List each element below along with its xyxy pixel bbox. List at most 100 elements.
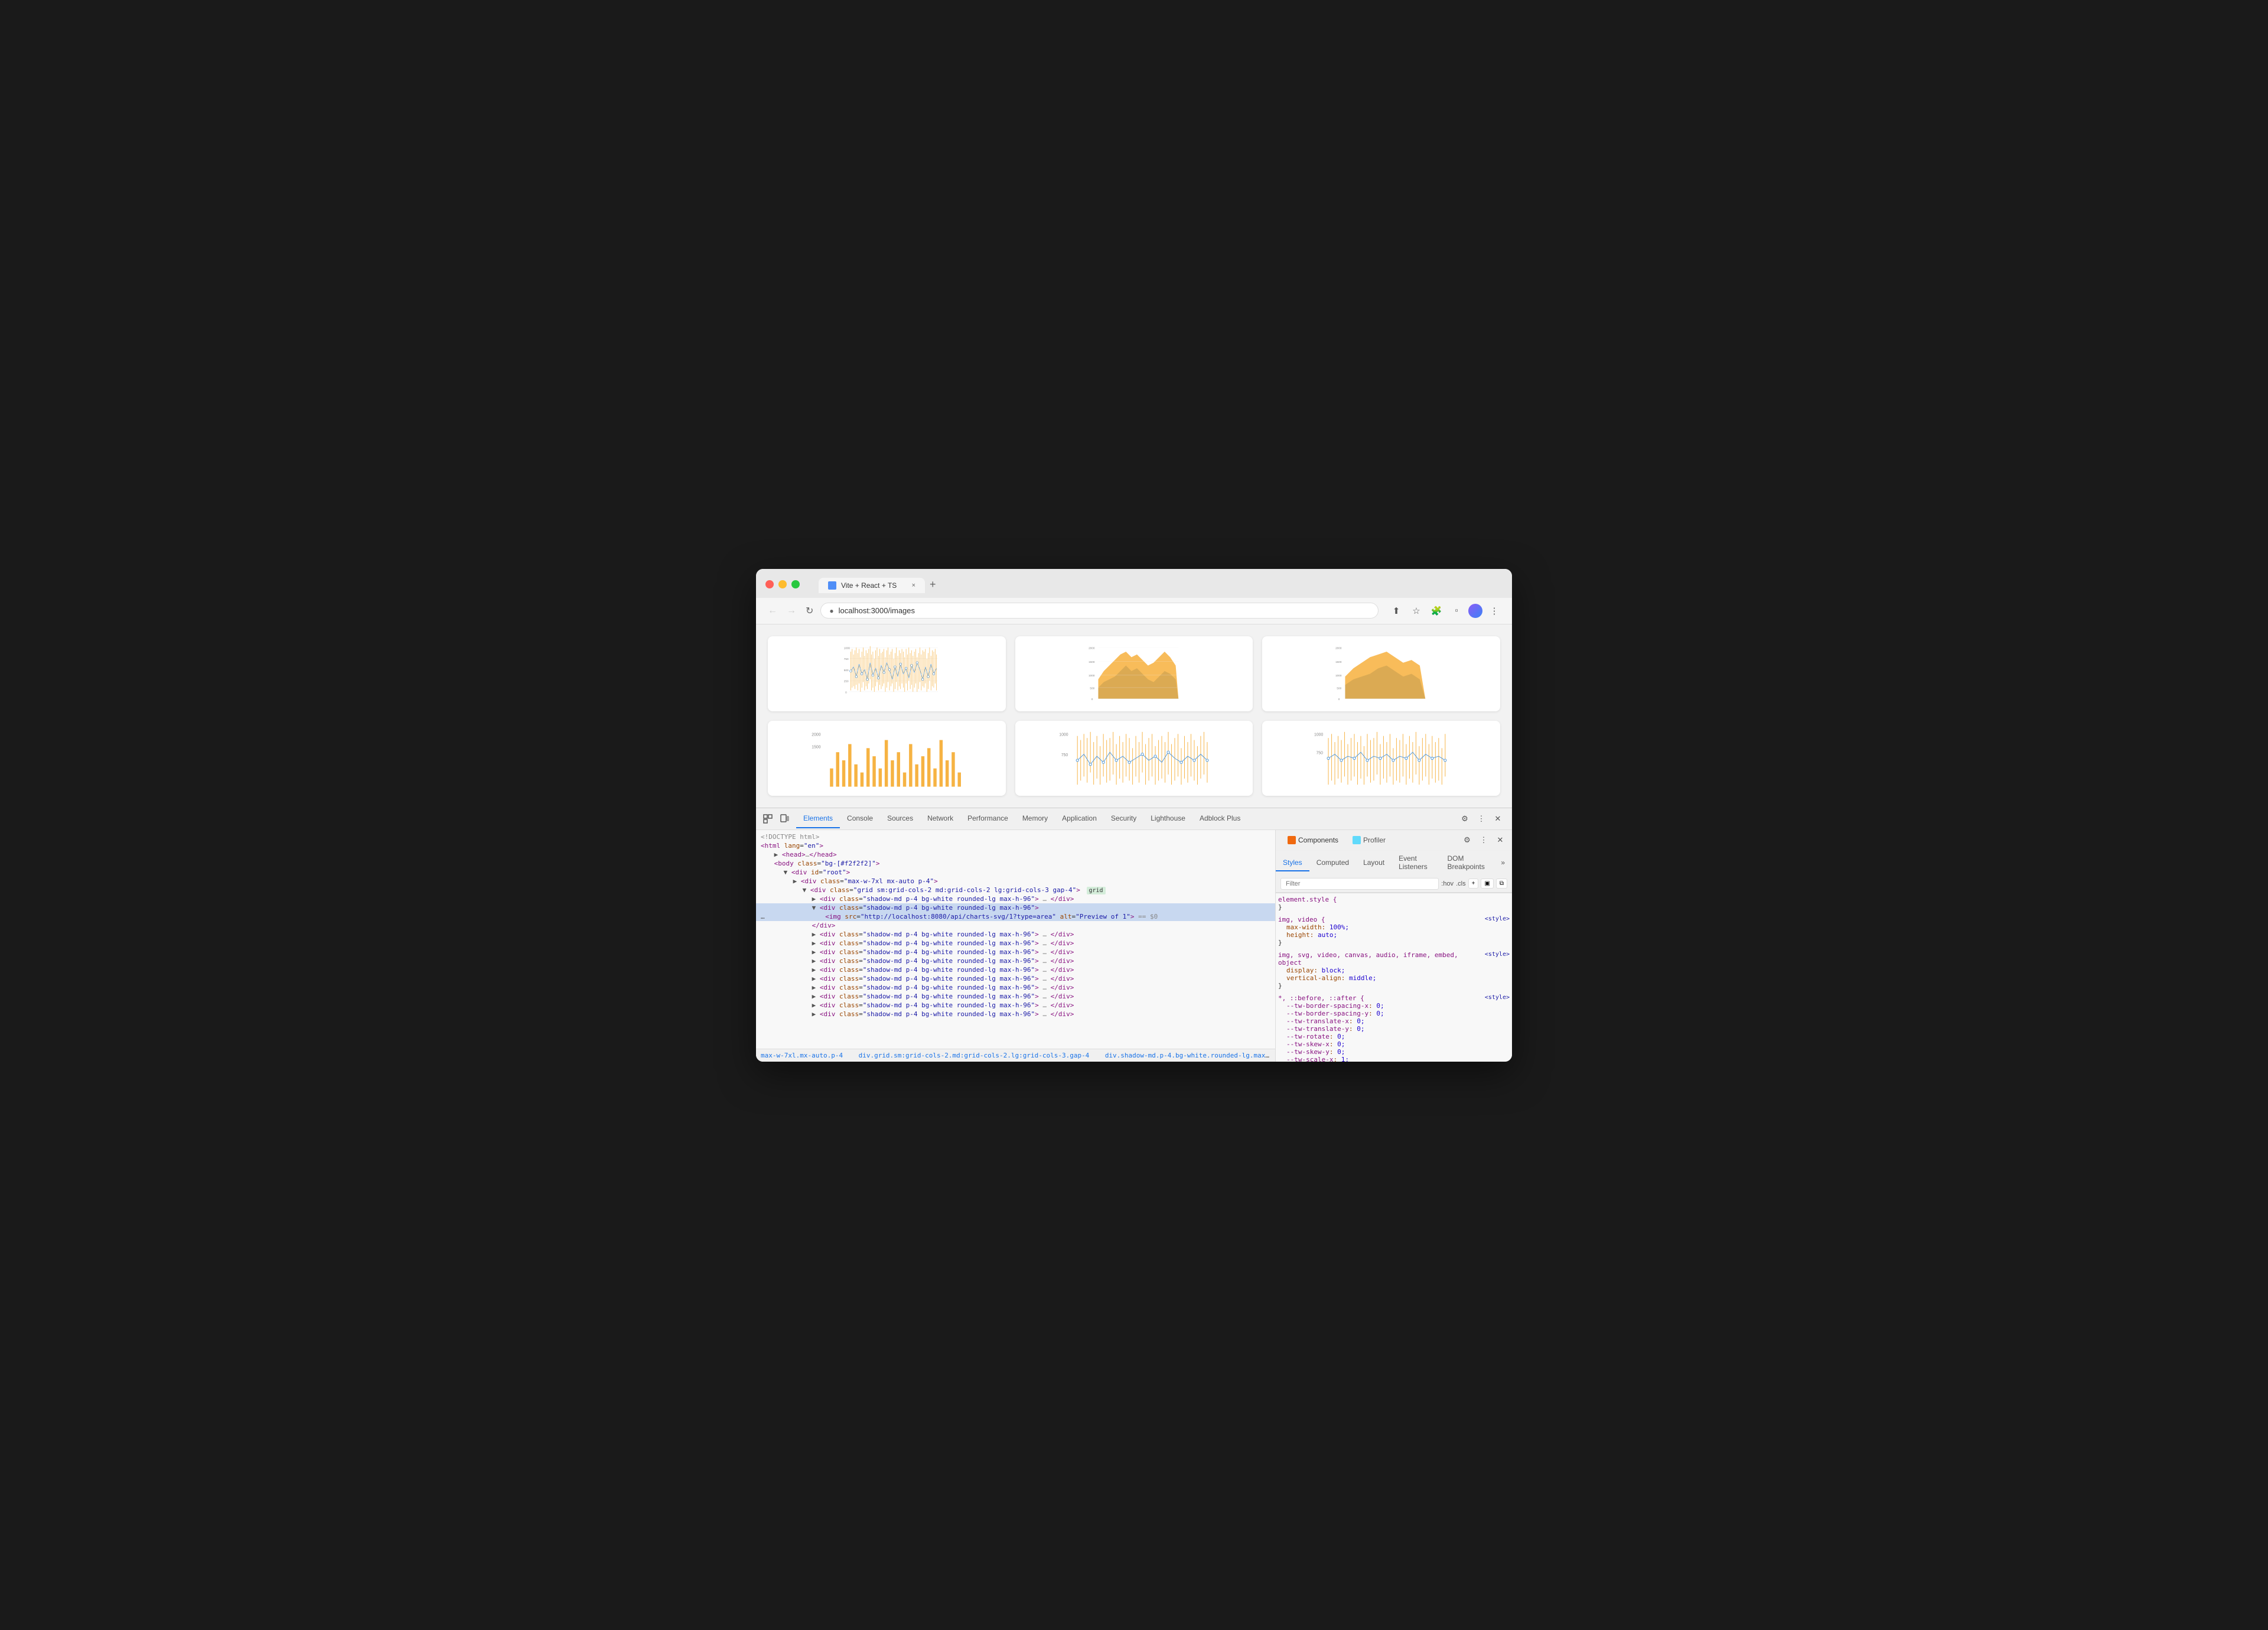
dom-div-7[interactable]: ▶ <div class="shadow-md p-4 bg-white rou… (756, 965, 1275, 974)
panel-close-icon[interactable]: ✕ (1493, 833, 1507, 847)
menu-icon[interactable]: ⋮ (1486, 603, 1503, 619)
refresh-button[interactable]: ↻ (803, 603, 816, 619)
tab-layout[interactable]: Layout (1356, 855, 1392, 871)
chart-svg-6: 1000 750 (1269, 728, 1493, 789)
panel-icons-right: ⚙ ⋮ ✕ (1460, 833, 1507, 847)
svg-text:1000: 1000 (1314, 733, 1323, 737)
panel-more-icon[interactable]: ⋮ (1477, 833, 1491, 847)
browser-tab[interactable]: Vite + React + TS × (819, 578, 925, 593)
right-panel-header: Components Profiler ⚙ ⋮ ✕ (1276, 830, 1512, 893)
toolbar-icons: ⬆ ☆ 🧩 ▫ ⋮ (1388, 603, 1503, 619)
filter-cls-label: .cls (1456, 880, 1466, 887)
tab-console[interactable]: Console (840, 809, 880, 828)
tab-components[interactable]: Components (1280, 832, 1345, 848)
tab-event-listeners[interactable]: Event Listeners (1392, 851, 1440, 876)
share-icon[interactable]: ⬆ (1388, 603, 1405, 619)
window-controls (765, 580, 800, 588)
dom-body[interactable]: <body class="bg-[#f2f2f2]"> (756, 859, 1275, 868)
more-icon[interactable]: ⋮ (1474, 812, 1488, 826)
dom-div-1[interactable]: ▶ <div class="shadow-md p-4 bg-white rou… (756, 894, 1275, 903)
profile-avatar[interactable] (1468, 604, 1482, 618)
maximize-button[interactable] (791, 580, 800, 588)
style-prop-valign: vertical-align: middle; (1278, 974, 1510, 982)
chart-svg-5: 1000 750 (1022, 728, 1246, 789)
dom-content[interactable]: <!DOCTYPE html> <html lang="en"> ▶ <head… (756, 830, 1275, 1049)
extensions-icon[interactable]: 🧩 (1428, 603, 1445, 619)
dom-grid[interactable]: ▼ <div class="grid sm:grid-cols-2 md:gri… (756, 886, 1275, 894)
dom-div-10[interactable]: ▶ <div class="shadow-md p-4 bg-white rou… (756, 992, 1275, 1001)
dom-img[interactable]: … <img src="http://localhost:8080/api/ch… (756, 912, 1275, 921)
tab-computed[interactable]: Computed (1309, 855, 1356, 871)
dom-div-12[interactable]: ▶ <div class="shadow-md p-4 bg-white rou… (756, 1010, 1275, 1019)
close-devtools-icon[interactable]: ✕ (1491, 812, 1505, 826)
tab-performance[interactable]: Performance (960, 809, 1015, 828)
address-bar: ← → ↻ ● localhost:3000/images ⬆ ☆ 🧩 ▫ ⋮ (756, 598, 1512, 624)
dom-root[interactable]: ▼ <div id="root"> (756, 868, 1275, 877)
minimize-button[interactable] (778, 580, 787, 588)
close-button[interactable] (765, 580, 774, 588)
dom-div-2-selected[interactable]: ▼ <div class="shadow-md p-4 bg-white rou… (756, 903, 1275, 912)
svg-text:2000: 2000 (1335, 646, 1342, 649)
svg-text:500: 500 (1090, 687, 1094, 689)
device-icon[interactable] (777, 812, 791, 826)
url-text: localhost:3000/images (839, 606, 915, 615)
new-tab-button[interactable]: + (925, 576, 941, 593)
add-style-button[interactable]: + (1468, 879, 1479, 889)
svg-text:1500: 1500 (1089, 660, 1095, 663)
tab-profiler[interactable]: Profiler (1345, 832, 1393, 848)
inspect-icon[interactable] (761, 812, 775, 826)
style-prop-skewx: --tw-skew-x: 0; (1278, 1040, 1510, 1048)
dom-div-11[interactable]: ▶ <div class="shadow-md p-4 bg-white rou… (756, 1001, 1275, 1010)
dom-doctype[interactable]: <!DOCTYPE html> (756, 832, 1275, 841)
dom-html[interactable]: <html lang="en"> (756, 841, 1275, 850)
devtools-panel: Elements Console Sources Network Perform… (756, 808, 1512, 1062)
right-panel-top-tabs: Components Profiler (1280, 832, 1393, 848)
tab-more[interactable]: » (1494, 855, 1512, 871)
style-selector-block: img, svg, video, canvas, audio, iframe, … (1278, 951, 1510, 967)
tab-adblock[interactable]: Adblock Plus (1192, 809, 1247, 828)
components-label: Components (1298, 836, 1338, 844)
new-style-rule-button[interactable]: ▣ (1481, 879, 1493, 889)
tab-security[interactable]: Security (1104, 809, 1143, 828)
breadcrumb-grid[interactable]: div.grid.sm:grid-cols-2.md:grid-cols-2.l… (859, 1052, 1090, 1059)
breadcrumb-container[interactable]: max-w-7xl.mx-auto.p-4 (761, 1052, 843, 1059)
tab-dom-breakpoints[interactable]: DOM Breakpoints (1440, 851, 1494, 876)
back-button[interactable]: ← (765, 603, 780, 619)
dom-div-3[interactable]: ▶ <div class="shadow-md p-4 bg-white rou… (756, 930, 1275, 939)
tab-elements[interactable]: Elements (796, 809, 840, 828)
dom-div-8[interactable]: ▶ <div class="shadow-md p-4 bg-white rou… (756, 974, 1275, 983)
tab-sources[interactable]: Sources (880, 809, 920, 828)
dom-div-2-close[interactable]: </div> (756, 921, 1275, 930)
style-prop-skewy: --tw-skew-y: 0; (1278, 1048, 1510, 1056)
url-bar[interactable]: ● localhost:3000/images (820, 603, 1379, 619)
svg-text:500: 500 (844, 668, 849, 671)
dom-container[interactable]: ▶ <div class="max-w-7xl mx-auto p-4"> (756, 877, 1275, 886)
settings-icon[interactable]: ⚙ (1458, 812, 1472, 826)
tab-network[interactable]: Network (920, 809, 960, 828)
dom-div-9[interactable]: ▶ <div class="shadow-md p-4 bg-white rou… (756, 983, 1275, 992)
chart-svg-4: 2000 1500 (775, 728, 999, 789)
tab-close-button[interactable]: × (912, 582, 915, 589)
window-icon[interactable]: ▫ (1448, 603, 1465, 619)
style-prop-display: display: block; (1278, 967, 1510, 974)
right-panel-top: Components Profiler ⚙ ⋮ ✕ (1276, 830, 1512, 851)
panel-settings-icon[interactable]: ⚙ (1460, 833, 1474, 847)
devtools-body: <!DOCTYPE html> <html lang="en"> ▶ <head… (756, 830, 1512, 1062)
forward-button[interactable]: → (784, 603, 799, 619)
dom-div-4[interactable]: ▶ <div class="shadow-md p-4 bg-white rou… (756, 939, 1275, 948)
svg-text:1000: 1000 (1089, 674, 1095, 677)
tab-memory[interactable]: Memory (1015, 809, 1055, 828)
bookmark-icon[interactable]: ☆ (1408, 603, 1425, 619)
tab-lighthouse[interactable]: Lighthouse (1143, 809, 1192, 828)
dom-div-5[interactable]: ▶ <div class="shadow-md p-4 bg-white rou… (756, 948, 1275, 956)
dom-head[interactable]: ▶ <head>…</head> (756, 850, 1275, 859)
profiler-badge (1353, 836, 1361, 844)
computed-style-button[interactable]: ⧉ (1496, 879, 1507, 889)
dom-div-6[interactable]: ▶ <div class="shadow-md p-4 bg-white rou… (756, 956, 1275, 965)
breadcrumb-card[interactable]: div.shadow-md.p-4.bg-white.rounded-lg.ma… (1105, 1052, 1275, 1059)
style-prop-tx: --tw-translate-x: 0; (1278, 1017, 1510, 1025)
dom-panel: <!DOCTYPE html> <html lang="en"> ▶ <head… (756, 830, 1276, 1062)
styles-filter-input[interactable] (1280, 878, 1439, 890)
tab-application[interactable]: Application (1055, 809, 1104, 828)
tab-styles[interactable]: Styles (1276, 855, 1309, 871)
